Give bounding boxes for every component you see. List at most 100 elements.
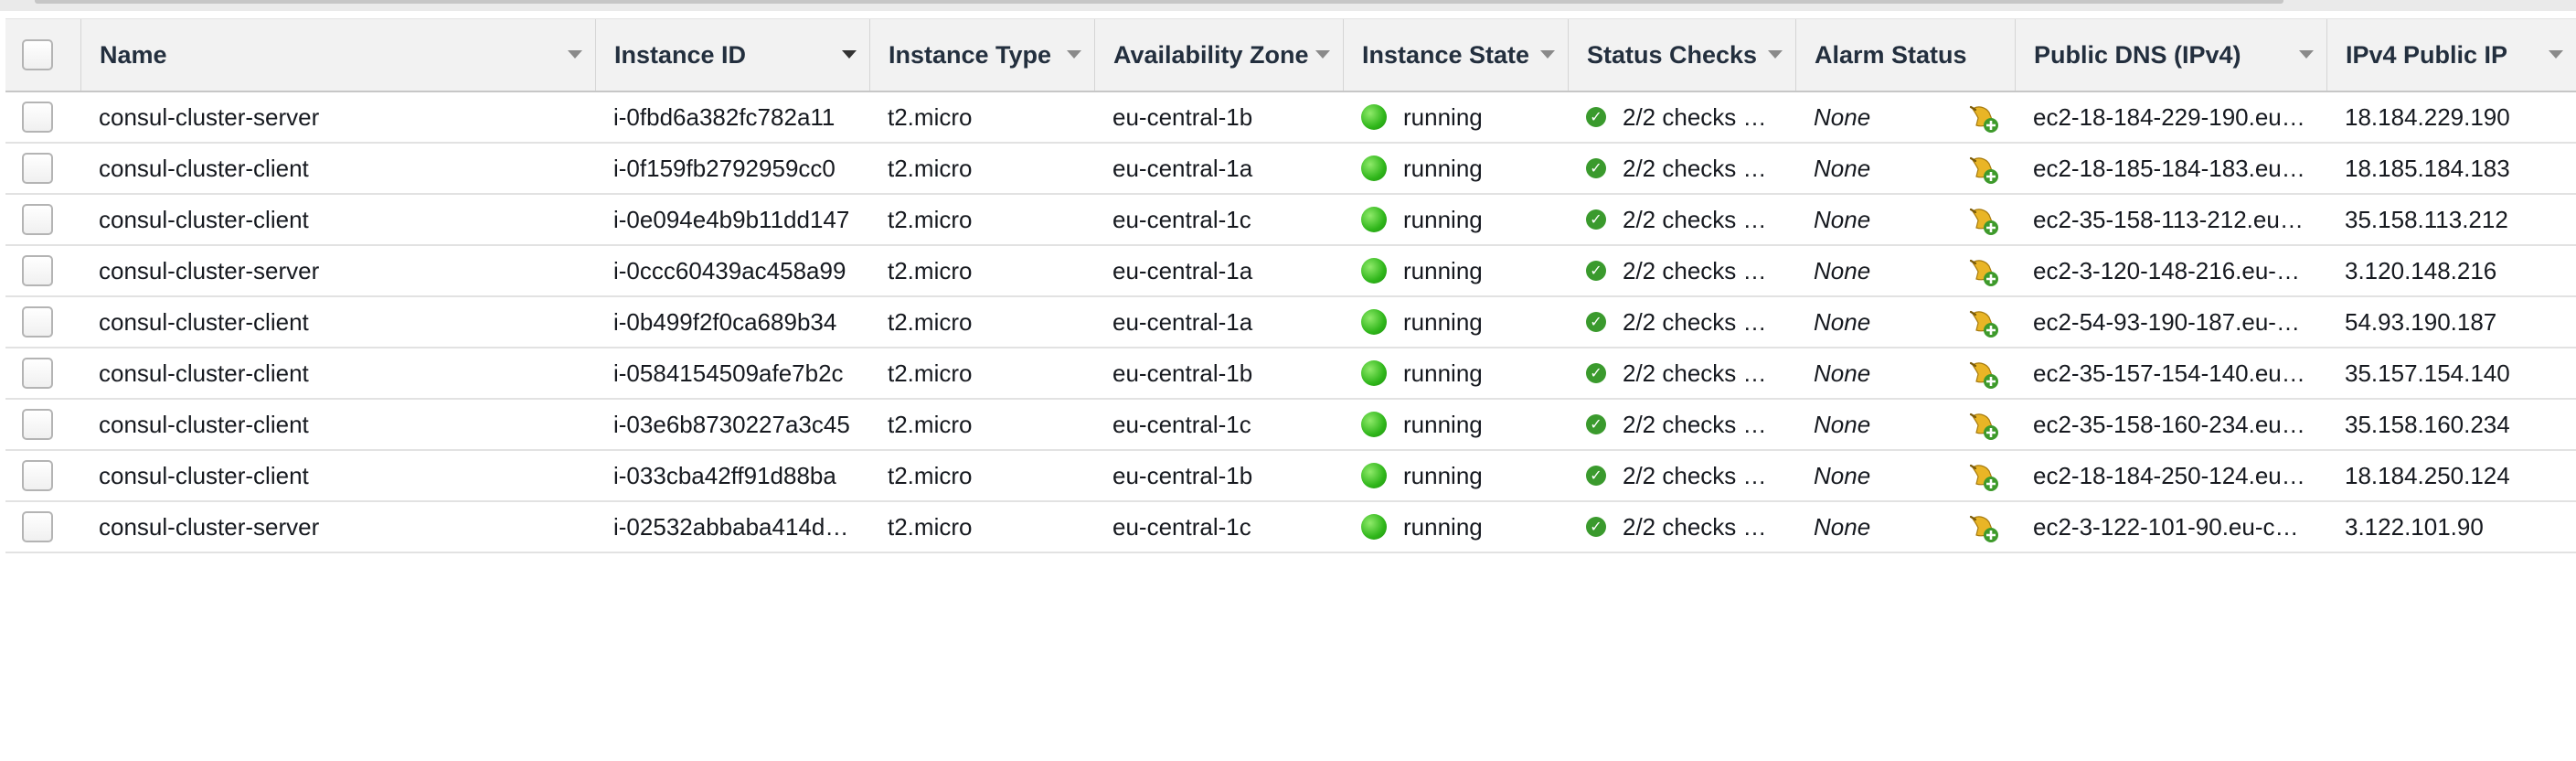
cell-public-ip: 3.120.148.216 xyxy=(2326,246,2576,295)
cell-name: consul-cluster-client xyxy=(80,451,595,500)
column-header-instance-state[interactable]: Instance State xyxy=(1343,19,1568,91)
public-ip: 54.93.190.187 xyxy=(2345,307,2497,336)
cell-instance-type: t2.micro xyxy=(869,92,1094,142)
table-row[interactable]: consul-cluster-client i-0b499f2f0ca689b3… xyxy=(5,297,2576,348)
table-row[interactable]: consul-cluster-client i-033cba42ff91d88b… xyxy=(5,451,2576,502)
sort-arrow-icon[interactable] xyxy=(1540,50,1555,59)
row-checkbox[interactable] xyxy=(22,255,53,286)
column-header-alarm-status[interactable]: Alarm Status xyxy=(1795,19,2015,91)
table-row[interactable]: consul-cluster-server i-0ccc60439ac458a9… xyxy=(5,246,2576,297)
status-checks[interactable]: 2/2 checks … xyxy=(1623,411,1767,439)
table-row[interactable]: consul-cluster-client i-0e094e4b9b11dd14… xyxy=(5,195,2576,246)
cell-instance-state: running xyxy=(1343,92,1568,142)
instance-id: i-03e6b8730227a3c45 xyxy=(613,410,850,438)
sort-arrow-icon[interactable] xyxy=(568,50,582,59)
cell-instance-id: i-0fbd6a382fc782a11 xyxy=(595,92,869,142)
select-all-checkbox[interactable] xyxy=(22,39,53,70)
cell-public-ip: 3.122.101.90 xyxy=(2326,502,2576,552)
status-checks[interactable]: 2/2 checks … xyxy=(1623,206,1767,234)
instance-type: t2.micro xyxy=(888,154,973,182)
row-checkbox[interactable] xyxy=(22,409,53,440)
table-row[interactable]: consul-cluster-client i-0f159fb2792959cc… xyxy=(5,144,2576,195)
column-header-availability-zone[interactable]: Availability Zone xyxy=(1094,19,1343,91)
row-checkbox[interactable] xyxy=(22,511,53,542)
status-checks[interactable]: 2/2 checks … xyxy=(1623,513,1767,541)
instance-type: t2.micro xyxy=(888,256,973,284)
create-alarm-bell-icon[interactable] xyxy=(1967,306,2000,339)
cell-status-checks: ✓ 2/2 checks … xyxy=(1568,144,1795,193)
create-alarm-bell-icon[interactable] xyxy=(1967,153,2000,186)
column-header-name[interactable]: Name xyxy=(80,19,595,91)
create-alarm-bell-icon[interactable] xyxy=(1967,409,2000,442)
green-dot-icon xyxy=(1361,309,1387,335)
column-header-instance-type[interactable]: Instance Type xyxy=(869,19,1094,91)
table-row[interactable]: consul-cluster-client i-0584154509afe7b2… xyxy=(5,348,2576,400)
cell-instance-state: running xyxy=(1343,144,1568,193)
cell-name: consul-cluster-client xyxy=(80,297,595,347)
sort-arrow-icon[interactable] xyxy=(842,50,857,59)
row-checkbox[interactable] xyxy=(22,204,53,235)
column-label: Instance Type xyxy=(889,40,1052,69)
sort-arrow-icon[interactable] xyxy=(1067,50,1081,59)
cell-availability-zone: eu-central-1c xyxy=(1094,195,1343,244)
cell-availability-zone: eu-central-1a xyxy=(1094,246,1343,295)
alarm-status: None xyxy=(1814,102,1871,131)
cell-status-checks: ✓ 2/2 checks … xyxy=(1568,92,1795,142)
availability-zone: eu-central-1a xyxy=(1112,256,1253,284)
sort-arrow-icon[interactable] xyxy=(2549,50,2563,59)
alarm-status: None xyxy=(1814,154,1871,182)
instance-name: consul-cluster-client xyxy=(99,410,309,438)
public-dns: ec2-18-185-184-183.eu… xyxy=(2033,154,2305,182)
cell-instance-id: i-0b499f2f0ca689b34 xyxy=(595,297,869,347)
create-alarm-bell-icon[interactable] xyxy=(1967,358,2000,391)
cell-status-checks: ✓ 2/2 checks … xyxy=(1568,246,1795,295)
scrollbar-thumb[interactable] xyxy=(35,0,2283,4)
row-checkbox[interactable] xyxy=(22,358,53,389)
check-circle-icon: ✓ xyxy=(1586,414,1606,434)
horizontal-scrollbar[interactable] xyxy=(0,0,2576,11)
row-checkbox[interactable] xyxy=(22,102,53,133)
cell-public-ip: 18.185.184.183 xyxy=(2326,144,2576,193)
sort-arrow-icon[interactable] xyxy=(2299,50,2314,59)
cell-alarm-status: None xyxy=(1795,92,2015,142)
create-alarm-bell-icon[interactable] xyxy=(1967,204,2000,237)
table-row[interactable]: consul-cluster-client i-03e6b8730227a3c4… xyxy=(5,400,2576,451)
row-checkbox[interactable] xyxy=(22,306,53,338)
status-checks[interactable]: 2/2 checks … xyxy=(1623,155,1767,183)
cell-public-dns: ec2-3-120-148-216.eu-… xyxy=(2015,246,2326,295)
row-select-cell xyxy=(5,502,90,552)
column-header-public-dns[interactable]: Public DNS (IPv4) xyxy=(2015,19,2326,91)
instance-id: i-0e094e4b9b11dd147 xyxy=(613,205,850,233)
row-select-cell xyxy=(5,246,90,295)
column-header-status-checks[interactable]: Status Checks xyxy=(1568,19,1795,91)
status-checks[interactable]: 2/2 checks … xyxy=(1623,257,1767,285)
row-checkbox[interactable] xyxy=(22,153,53,184)
create-alarm-bell-icon[interactable] xyxy=(1967,460,2000,493)
cell-public-dns: ec2-18-184-229-190.eu… xyxy=(2015,92,2326,142)
sort-arrow-icon[interactable] xyxy=(1315,50,1330,59)
column-header-instance-id[interactable]: Instance ID xyxy=(595,19,869,91)
instance-type: t2.micro xyxy=(888,102,973,131)
table-row[interactable]: consul-cluster-server i-0fbd6a382fc782a1… xyxy=(5,92,2576,144)
status-checks[interactable]: 2/2 checks … xyxy=(1623,308,1767,337)
instance-state: running xyxy=(1403,461,1483,489)
status-checks[interactable]: 2/2 checks … xyxy=(1623,103,1767,132)
row-select-cell xyxy=(5,144,90,193)
create-alarm-bell-icon[interactable] xyxy=(1967,255,2000,288)
cell-instance-state: running xyxy=(1343,297,1568,347)
create-alarm-bell-icon[interactable] xyxy=(1967,102,2000,134)
status-checks[interactable]: 2/2 checks … xyxy=(1623,462,1767,490)
sort-arrow-icon[interactable] xyxy=(1768,50,1783,59)
column-header-public-ip[interactable]: IPv4 Public IP xyxy=(2326,19,2576,91)
create-alarm-bell-icon[interactable] xyxy=(1967,511,2000,544)
table-row[interactable]: consul-cluster-server i-02532abbaba414d…… xyxy=(5,502,2576,553)
cell-name: consul-cluster-client xyxy=(80,348,595,398)
column-label: IPv4 Public IP xyxy=(2346,40,2508,69)
cell-name: consul-cluster-client xyxy=(80,400,595,449)
cell-instance-id: i-0584154509afe7b2c xyxy=(595,348,869,398)
availability-zone: eu-central-1c xyxy=(1112,512,1251,541)
row-checkbox[interactable] xyxy=(22,460,53,491)
status-checks[interactable]: 2/2 checks … xyxy=(1623,359,1767,388)
cell-alarm-status: None xyxy=(1795,195,2015,244)
cell-status-checks: ✓ 2/2 checks … xyxy=(1568,297,1795,347)
